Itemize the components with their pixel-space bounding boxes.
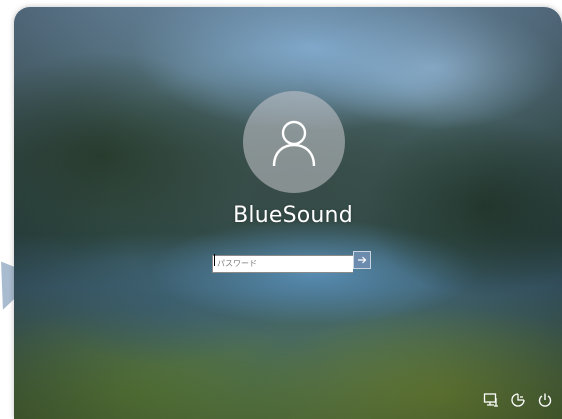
network-icon <box>483 393 498 407</box>
password-input[interactable] <box>212 254 353 273</box>
power-button[interactable] <box>536 391 554 409</box>
arrow-right-icon <box>358 256 367 264</box>
username-label: BlueSound <box>233 203 353 228</box>
user-avatar <box>243 91 345 193</box>
ease-of-access-icon <box>511 393 525 407</box>
network-button[interactable] <box>482 391 500 409</box>
password-row <box>212 251 371 273</box>
ease-of-access-button[interactable] <box>509 391 527 409</box>
lock-screen: BlueSound <box>14 7 562 419</box>
system-icons <box>482 391 554 409</box>
submit-button[interactable] <box>353 251 371 269</box>
user-avatar-icon <box>272 120 316 167</box>
stage: BlueSound <box>0 0 562 419</box>
power-icon <box>538 393 552 407</box>
text-caret <box>214 254 215 266</box>
